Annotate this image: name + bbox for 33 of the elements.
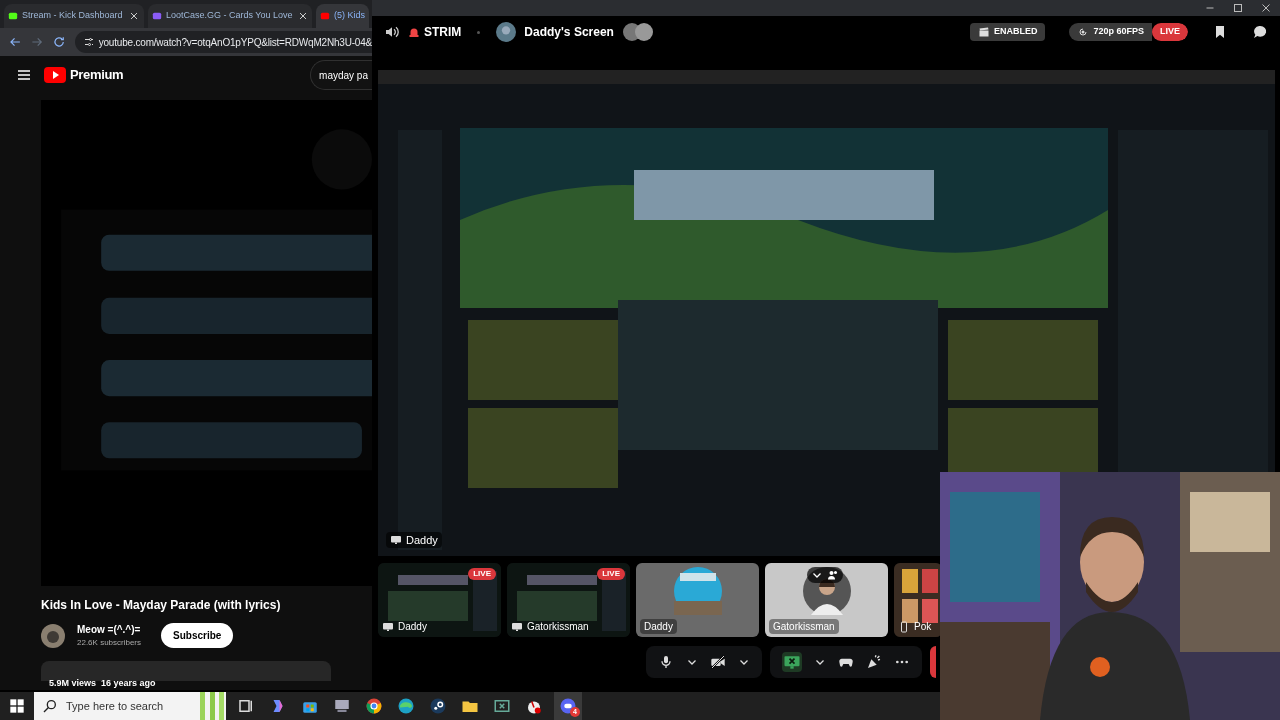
participant-name: Daddy — [644, 620, 673, 634]
channel-name[interactable]: STRIM — [424, 23, 462, 41]
tab-title: LootCase.GG - Cards You Love — [166, 9, 293, 23]
participant-name: Daddy — [398, 620, 427, 634]
quality-badge: 720p 60FPS — [1069, 23, 1152, 41]
participant-tile[interactable]: LIVE Daddy — [378, 563, 501, 637]
participant-tile[interactable]: LIVE Gatorkissman — [507, 563, 630, 637]
participant-name: Gatorkissman — [773, 620, 835, 634]
participant-tile[interactable]: Gatorkissman — [765, 563, 888, 637]
enabled-badge: ENABLED — [969, 23, 1046, 41]
live-badge: LIVE — [597, 568, 625, 580]
address-bar[interactable]: youtube.com/watch?v=otqAnO1pYPQ&list=RDWqM2Nh3U-04& — [74, 31, 372, 53]
channel-name[interactable]: Meow =(^.^)= — [77, 622, 142, 637]
tab-title: (5) Kids — [334, 9, 365, 23]
browser-tab[interactable]: Stream - Kick Dashboard — [4, 4, 144, 28]
search-field[interactable]: mayday pa — [310, 60, 372, 90]
participant-tile[interactable]: Daddy — [636, 563, 759, 637]
video-title: Kids In Love - Mayday Parade (with lyrics) — [41, 597, 282, 614]
browser-tab[interactable]: LootCase.GG - Cards You Love — [148, 4, 312, 28]
video-stats: 5.9M views 16 years ago — [49, 678, 156, 688]
live-badge: LIVE — [468, 568, 496, 580]
stream-title: Daddy's Screen — [524, 24, 614, 41]
tab-title: Stream - Kick Dashboard — [22, 9, 124, 23]
participant-name: Pok — [914, 620, 932, 634]
url-text: youtube.com/watch?v=otqAnO1pYPQ&list=RDWqM2Nh3U-04& — [98, 35, 372, 50]
subscriber-count: 22.6K subscribers — [77, 637, 142, 649]
participant-tile[interactable]: Pok — [894, 563, 940, 637]
subscribe-button[interactable]: Subscribe — [161, 623, 234, 648]
participant-name: Gatorkissman — [527, 620, 589, 634]
live-badge: LIVE — [1152, 23, 1188, 41]
browser-tab[interactable]: (5) Kids — [316, 4, 369, 28]
taskbar-search-field[interactable]: Type here to search — [34, 692, 226, 720]
youtube-logo[interactable]: Premium — [44, 65, 124, 85]
